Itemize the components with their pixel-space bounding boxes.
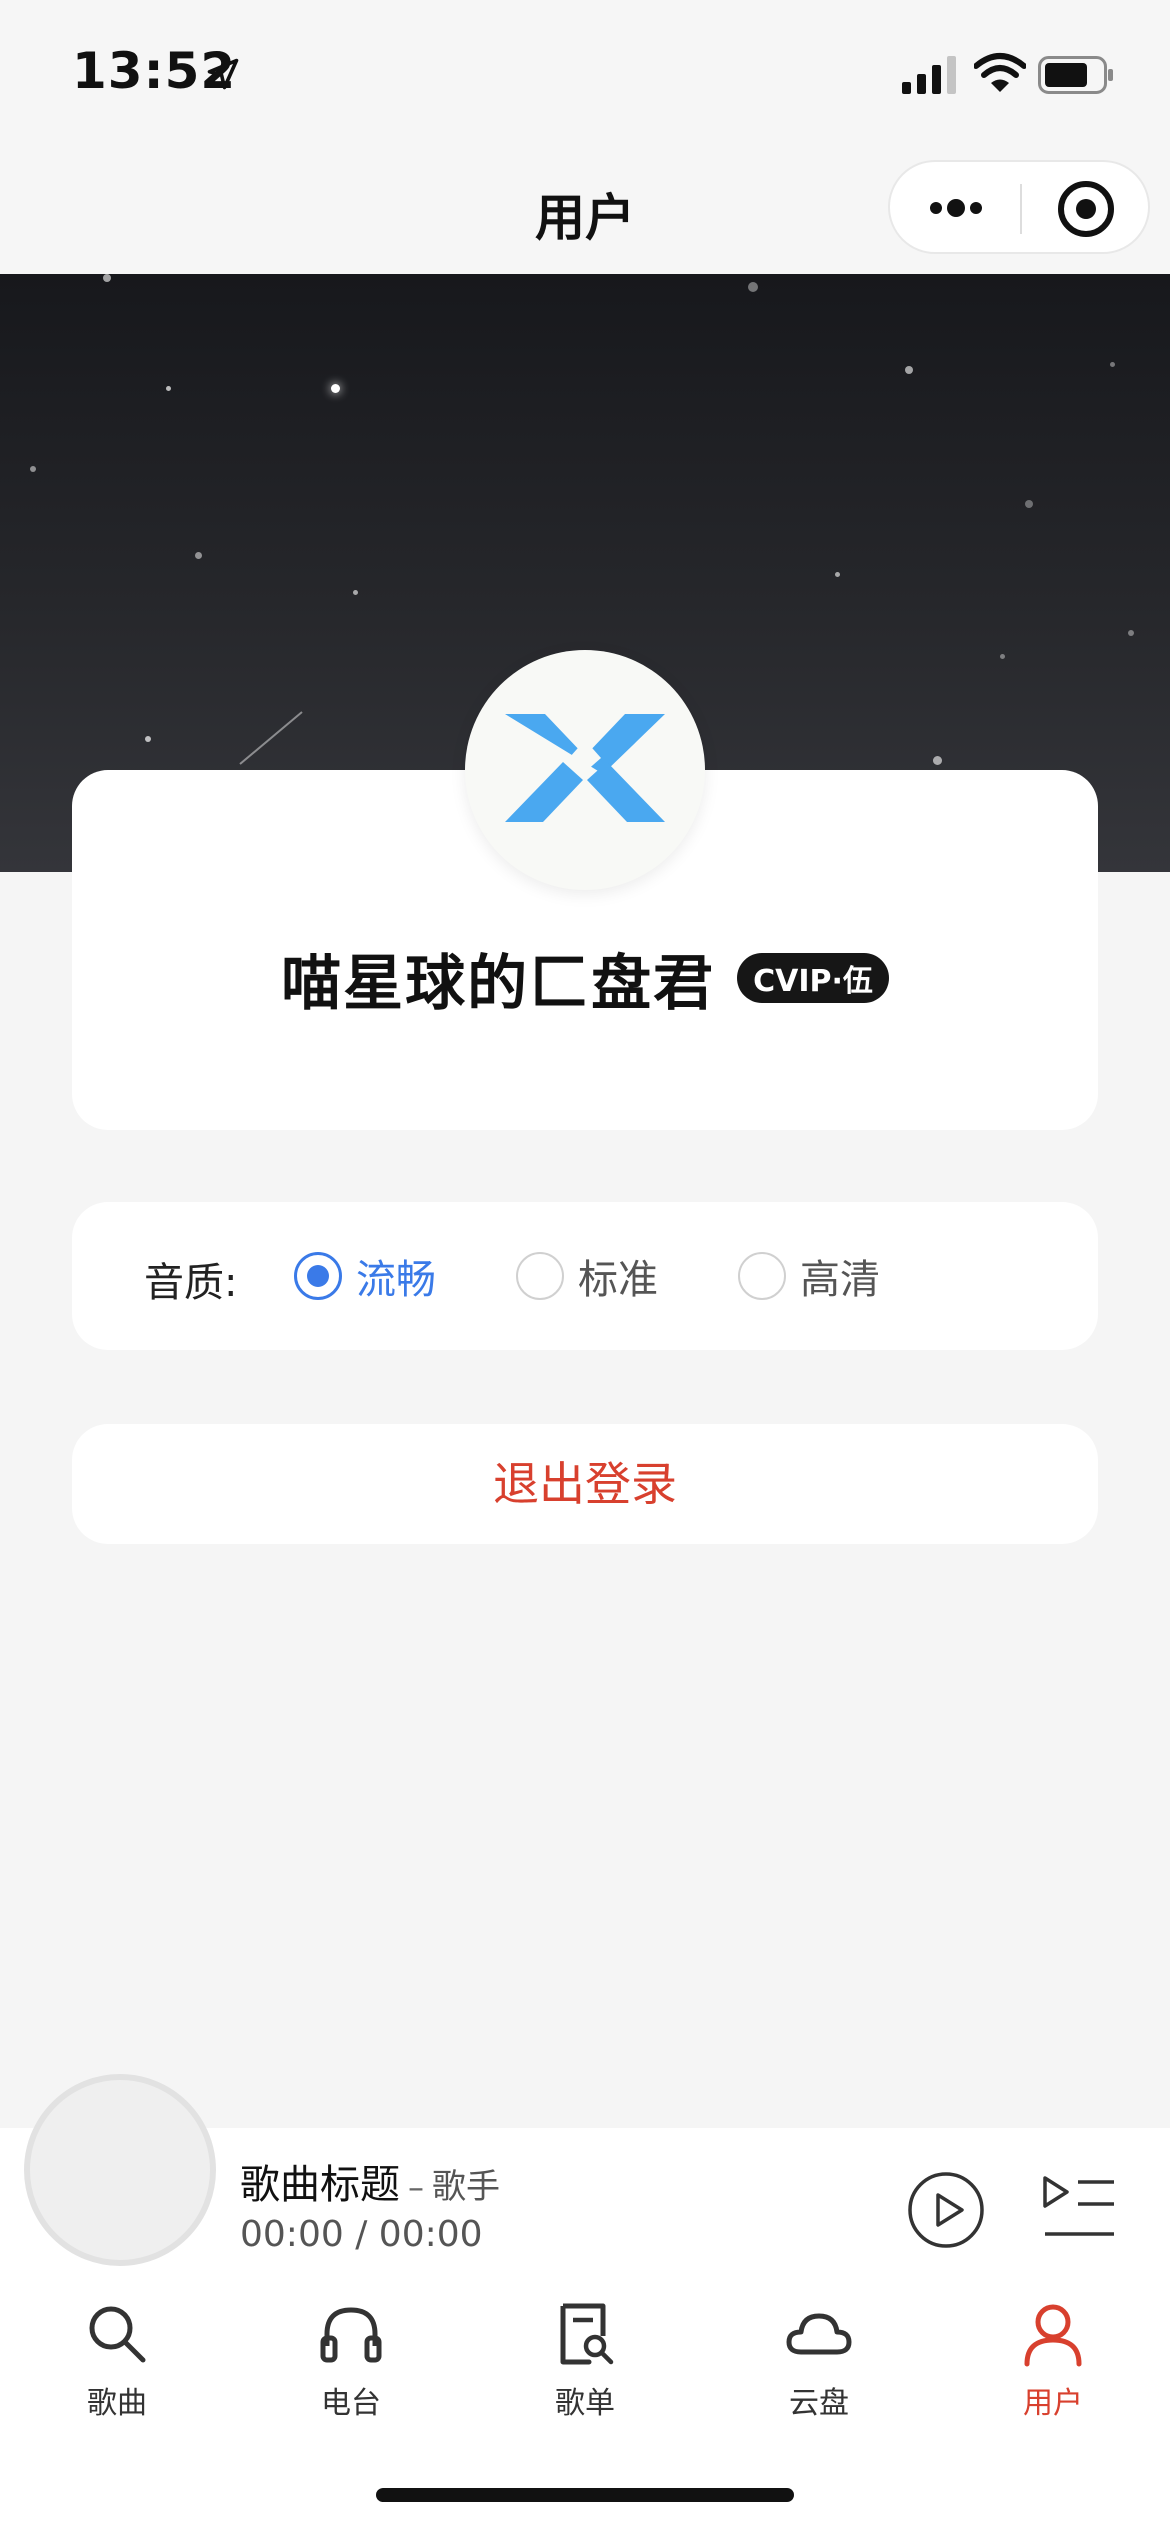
star [166, 386, 171, 391]
star [30, 466, 36, 472]
tab-radio[interactable]: 电台 [234, 2300, 468, 2430]
quality-label: 音质: [144, 1260, 238, 1306]
song-time: 00:00 / 00:00 [240, 2214, 483, 2255]
quality-option-label: 流畅 [356, 1257, 436, 1303]
quality-option-label: 高清 [800, 1257, 880, 1303]
cloud-icon [786, 2313, 852, 2355]
star [933, 756, 942, 765]
star [835, 572, 840, 577]
tab-playlists[interactable]: 歌单 [468, 2300, 702, 2430]
star [353, 590, 358, 595]
home-indicator [376, 2488, 794, 2502]
user-icon [1024, 2304, 1082, 2367]
tab-label: 云盘 [789, 2386, 849, 2421]
quality-option-label: 标准 [578, 1257, 658, 1303]
tab-label: 用户 [1023, 2386, 1083, 2421]
time-separator: / [355, 2214, 368, 2255]
close-circle-icon[interactable] [1055, 178, 1117, 240]
star [103, 274, 111, 282]
battery-icon [1038, 56, 1113, 94]
shooting-star [239, 711, 303, 765]
playlist-icon[interactable] [1042, 2174, 1116, 2240]
wifi-icon [974, 53, 1026, 92]
headphones-icon [320, 2307, 382, 2363]
quality-card: 音质: 流畅 标准 高清 [72, 1202, 1098, 1350]
tab-user[interactable]: 用户 [936, 2300, 1170, 2430]
star [1128, 630, 1134, 636]
star [1025, 500, 1033, 508]
song-artist-separator: – [408, 2168, 424, 2206]
tab-songs[interactable]: 歌曲 [0, 2300, 234, 2430]
username-row: 喵星球的匚盘君 CVIP·伍 [0, 938, 1170, 1019]
quality-option-standard[interactable]: 标准 [516, 1250, 658, 1303]
nav-bar: 用户 [0, 140, 1170, 274]
star [1000, 654, 1005, 659]
radio-selected[interactable] [294, 1252, 342, 1300]
play-icon[interactable] [906, 2170, 986, 2250]
tab-label: 歌曲 [87, 2386, 147, 2421]
album-disc[interactable] [24, 2074, 216, 2266]
star [195, 552, 202, 559]
avatar[interactable] [465, 650, 705, 890]
capsule-divider [1020, 184, 1022, 234]
tab-label: 电台 [321, 2386, 381, 2421]
total-time: 00:00 [378, 2214, 483, 2255]
current-time: 00:00 [240, 2214, 344, 2255]
radio-unselected[interactable] [516, 1252, 564, 1300]
star [905, 366, 913, 374]
song-info: 歌曲标题 – 歌手 [240, 2152, 500, 2210]
search-icon [89, 2306, 146, 2363]
star [748, 282, 758, 292]
logo-icon [505, 714, 665, 822]
mini-program-capsule [888, 160, 1150, 254]
username: 喵星球的匚盘君 [281, 948, 716, 1019]
star [1110, 362, 1115, 367]
quality-option-smooth[interactable]: 流畅 [294, 1250, 436, 1303]
tab-cloud[interactable]: 云盘 [702, 2300, 936, 2430]
logout-button[interactable]: 退出登录 [72, 1424, 1098, 1544]
radio-unselected[interactable] [738, 1252, 786, 1300]
tab-label: 歌单 [555, 2386, 615, 2421]
star [331, 384, 340, 393]
vip-badge: CVIP·伍 [737, 953, 889, 1003]
more-icon[interactable] [924, 184, 988, 232]
song-title: 歌曲标题 [240, 2162, 400, 2208]
signal-icon [902, 56, 956, 94]
location-arrow-icon [207, 58, 239, 90]
status-bar: 13:52 [0, 0, 1170, 140]
star [145, 736, 151, 742]
playlist-doc-icon [560, 2303, 614, 2365]
quality-option-hd[interactable]: 高清 [738, 1250, 880, 1303]
song-artist: 歌手 [432, 2167, 500, 2207]
